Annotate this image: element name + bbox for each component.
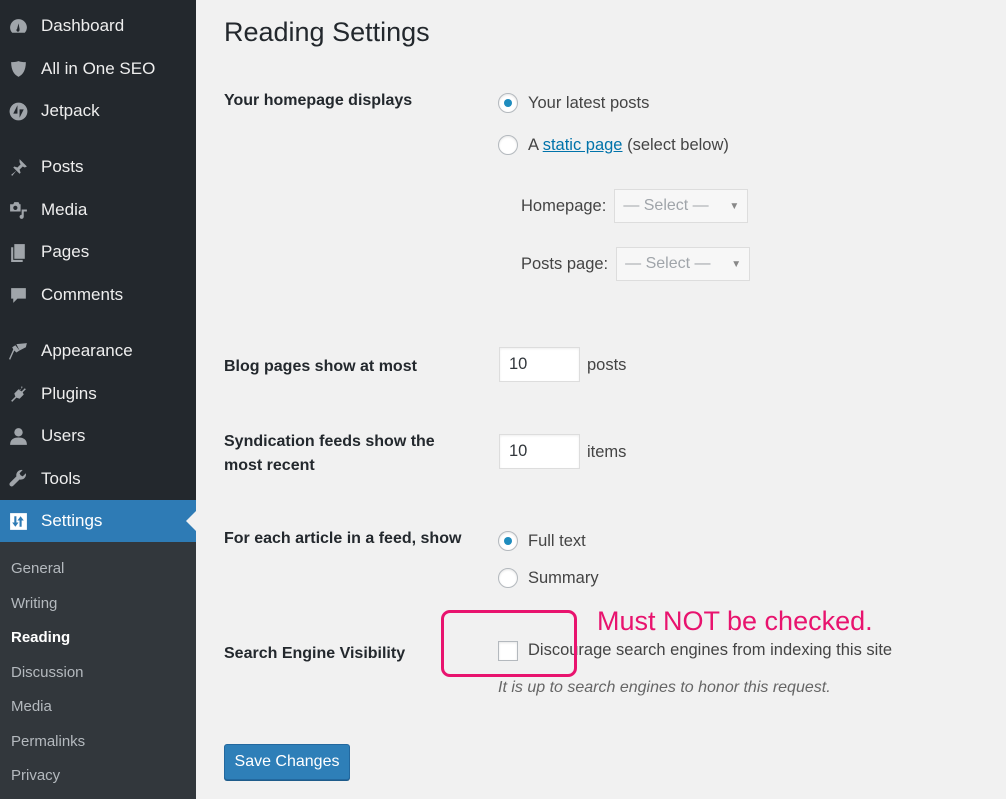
submenu-item-privacy[interactable]: Privacy <box>11 767 60 784</box>
posts-page-select[interactable]: — Select — ▼ <box>616 247 751 281</box>
blog-pages-label: Blog pages show at most <box>224 358 417 375</box>
blog-pages-input[interactable]: 10 <box>499 347 580 382</box>
radio-static-page-input[interactable] <box>498 135 518 155</box>
syndication-suffix: items <box>587 443 627 461</box>
homepage-displays-label: Your homepage displays <box>224 92 413 109</box>
comment-icon <box>7 284 29 306</box>
discourage-search-label[interactable]: Discourage search engines from indexing … <box>528 641 892 660</box>
radio-summary-input[interactable] <box>498 568 518 588</box>
sidebar-item-all-in-one-seo[interactable]: All in One SEO <box>0 48 196 90</box>
homepage-select[interactable]: — Select — ▼ <box>614 189 749 223</box>
settings-submenu: General Writing Reading Discussion Media… <box>0 542 196 799</box>
dashboard-icon <box>7 15 29 37</box>
blog-pages-suffix: posts <box>587 356 627 374</box>
jetpack-icon <box>7 100 29 122</box>
sidebar-item-label: Tools <box>41 469 81 488</box>
posts-page-select-label: Posts page: <box>521 254 609 273</box>
sidebar-item-appearance[interactable]: Appearance <box>0 330 196 372</box>
syndication-input[interactable]: 10 <box>499 434 580 469</box>
submenu-item-media[interactable]: Media <box>11 698 52 715</box>
radio-latest-posts-input[interactable] <box>498 93 518 113</box>
settings-sliders-icon <box>7 510 29 532</box>
plug-icon <box>7 383 29 405</box>
syndication-label: Syndication feeds show the most recent <box>224 433 435 474</box>
save-changes-button[interactable]: Save Changes <box>224 744 350 780</box>
static-page-link[interactable]: static page <box>543 136 623 155</box>
user-icon <box>7 425 29 447</box>
annotation-text: Must NOT be checked. <box>597 606 873 636</box>
feed-article-label: For each article in a feed, show <box>224 530 462 547</box>
media-icon <box>7 199 29 221</box>
pushpin-icon <box>7 156 29 178</box>
sidebar-item-dashboard[interactable]: Dashboard <box>0 5 196 47</box>
homepage-select-label: Homepage: <box>521 196 607 215</box>
sidebar-item-pages[interactable]: Pages <box>0 231 196 273</box>
sidebar-item-users[interactable]: Users <box>0 415 196 457</box>
submenu-item-reading[interactable]: Reading <box>11 629 70 646</box>
dropdown-arrow-icon: ▼ <box>729 200 740 212</box>
submenu-item-writing[interactable]: Writing <box>11 595 57 612</box>
submenu-item-general[interactable]: General <box>11 560 64 577</box>
sidebar-item-label: Dashboard <box>41 16 125 35</box>
radio-full-text-input[interactable] <box>498 531 518 551</box>
wrench-icon <box>7 468 29 490</box>
pages-icon <box>7 241 29 263</box>
sidebar-item-label: Media <box>41 200 88 219</box>
sidebar-item-label: Comments <box>41 285 124 304</box>
search-visibility-description: It is up to search engines to honor this… <box>498 679 831 696</box>
sidebar-item-plugins[interactable]: Plugins <box>0 373 196 415</box>
search-visibility-label: Search Engine Visibility <box>224 645 406 662</box>
annotation-highlight-box <box>441 610 577 677</box>
sidebar-item-label: Appearance <box>41 341 133 360</box>
sidebar-item-label: Pages <box>41 242 90 261</box>
radio-static-page[interactable]: A static page (select below) <box>498 135 729 155</box>
main-content: Reading Settings Your homepage displays … <box>196 0 1006 799</box>
page-title: Reading Settings <box>224 17 430 47</box>
submenu-item-permalinks[interactable]: Permalinks <box>11 733 85 750</box>
submenu-item-discussion[interactable]: Discussion <box>11 664 84 681</box>
radio-summary[interactable]: Summary <box>498 568 599 588</box>
sidebar-item-tools[interactable]: Tools <box>0 458 196 500</box>
sidebar-item-label: Users <box>41 426 86 445</box>
posts-page-select-row: Posts page: — Select — ▼ <box>521 247 751 281</box>
shield-icon <box>7 58 29 80</box>
sidebar-item-posts[interactable]: Posts <box>0 146 196 188</box>
paintbrush-icon <box>7 340 29 362</box>
sidebar-item-label: All in One SEO <box>41 59 156 78</box>
sidebar-item-label: Settings <box>41 511 103 530</box>
sidebar-item-media[interactable]: Media <box>0 189 196 231</box>
sidebar-item-label: Posts <box>41 157 84 176</box>
sidebar-item-label: Jetpack <box>41 101 100 120</box>
homepage-select-row: Homepage: — Select — ▼ <box>521 189 749 223</box>
dropdown-arrow-icon: ▼ <box>731 258 742 270</box>
sidebar-item-jetpack[interactable]: Jetpack <box>0 90 196 132</box>
radio-latest-posts[interactable]: Your latest posts <box>498 93 649 113</box>
admin-sidebar: Dashboard All in One SEO Jetpack Posts M… <box>0 0 196 799</box>
sidebar-item-settings[interactable]: Settings <box>0 500 196 542</box>
radio-full-text[interactable]: Full text <box>498 531 586 551</box>
sidebar-item-label: Plugins <box>41 384 97 403</box>
sidebar-item-comments[interactable]: Comments <box>0 274 196 316</box>
